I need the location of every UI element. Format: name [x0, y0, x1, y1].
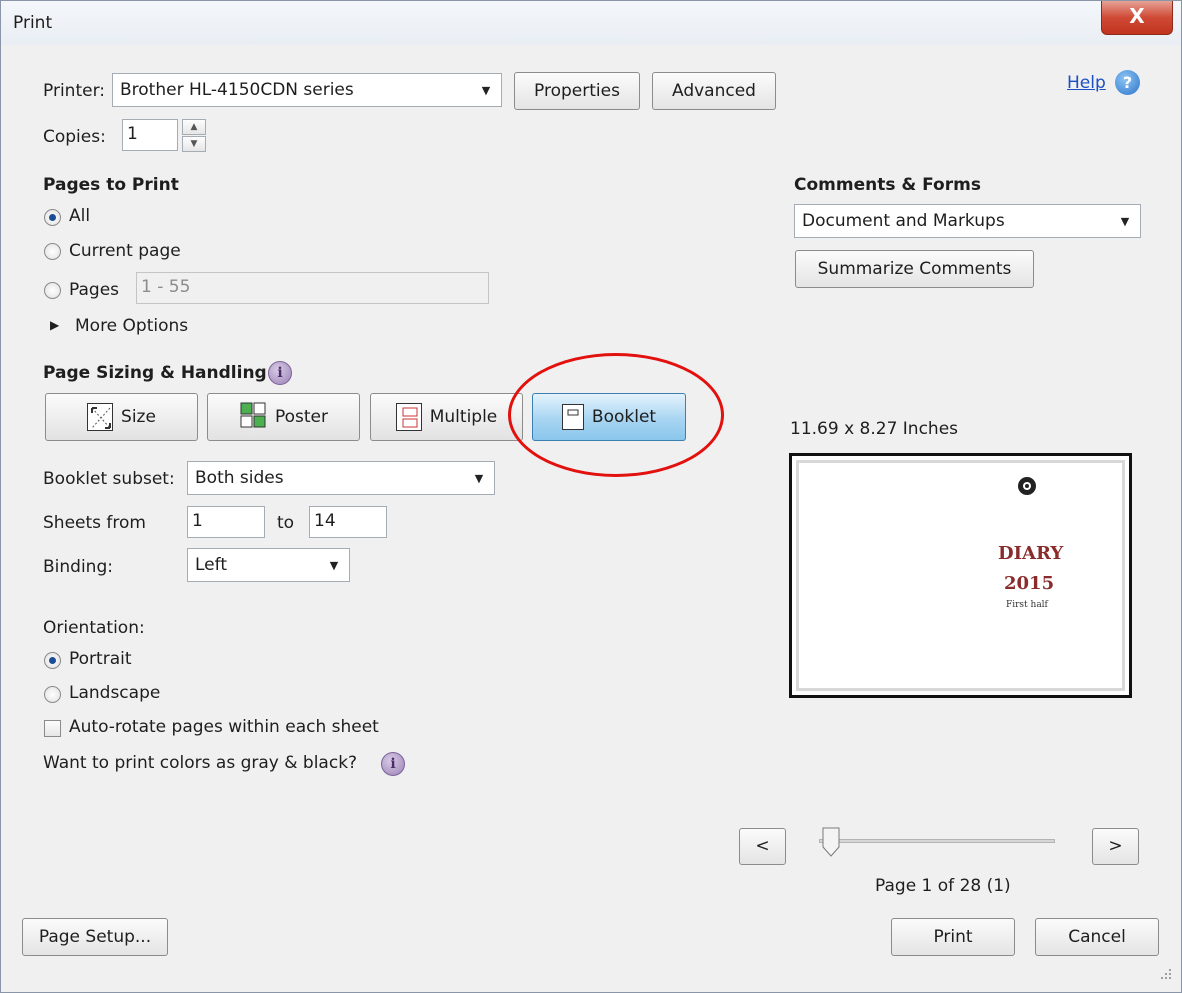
pages-range-value: 1 - 55 — [141, 277, 191, 297]
copies-value: 1 — [127, 124, 138, 144]
expand-triangle-icon[interactable]: ▶ — [50, 318, 59, 332]
print-dialog: Print X Printer: Brother HL-4150CDN seri… — [0, 0, 1182, 993]
booklet-subset-label: Booklet subset: — [43, 469, 175, 489]
radio-current-page-label: Current page — [69, 241, 181, 261]
multiple-icon — [395, 403, 422, 431]
page-preview: DIARY 2015 First half — [789, 453, 1132, 698]
close-button[interactable]: X — [1101, 1, 1173, 35]
chevron-down-icon: ▼ — [1120, 214, 1130, 228]
radio-landscape-label: Landscape — [69, 683, 161, 703]
auto-rotate-checkbox[interactable] — [44, 720, 61, 737]
copies-increment-button[interactable]: ▲ — [182, 119, 206, 135]
mode-multiple-button[interactable]: Multiple — [370, 393, 523, 441]
sheets-from-value: 1 — [192, 511, 203, 531]
page-sizing-heading: Page Sizing & Handling — [43, 363, 267, 383]
next-page-button[interactable]: > — [1092, 828, 1139, 865]
previous-page-button[interactable]: < — [739, 828, 786, 865]
preview-diary-subtitle: First half — [1006, 600, 1048, 610]
printer-selected-value: Brother HL-4150CDN series — [120, 80, 354, 100]
properties-button[interactable]: Properties — [514, 72, 640, 110]
preview-diary-title: DIARY — [998, 543, 1064, 564]
help-icon[interactable]: ? — [1115, 70, 1140, 95]
comments-forms-heading: Comments & Forms — [794, 175, 981, 195]
radio-all[interactable] — [44, 209, 61, 226]
sheets-from-input[interactable]: 1 — [187, 506, 265, 538]
mode-multiple-label: Multiple — [429, 407, 498, 427]
info-icon[interactable]: i — [381, 752, 405, 776]
preview-page: DIARY 2015 First half — [796, 460, 1125, 691]
mode-size-button[interactable]: Size — [45, 393, 198, 441]
radio-landscape[interactable] — [44, 686, 61, 703]
mode-poster-label: Poster — [274, 407, 329, 427]
sheets-to-label: to — [277, 513, 295, 533]
mode-size-label: Size — [121, 407, 156, 427]
copies-label: Copies: — [43, 127, 106, 147]
page-slider-thumb[interactable] — [822, 827, 840, 857]
booklet-subset-value: Both sides — [195, 468, 284, 488]
comments-forms-select[interactable]: Document and Markups ▼ — [794, 204, 1141, 238]
radio-all-label: All — [69, 206, 91, 226]
radio-pages-label: Pages — [69, 280, 120, 300]
binding-select[interactable]: Left ▼ — [187, 548, 350, 582]
page-setup-button[interactable]: Page Setup... — [22, 918, 168, 956]
booklet-subset-select[interactable]: Both sides ▼ — [187, 461, 495, 495]
copies-decrement-button[interactable]: ▼ — [182, 136, 206, 152]
radio-pages[interactable] — [44, 282, 61, 299]
print-button[interactable]: Print — [891, 918, 1015, 956]
pages-range-input[interactable]: 1 - 55 — [136, 272, 489, 304]
cancel-button[interactable]: Cancel — [1035, 918, 1159, 956]
chevron-down-icon: ▼ — [329, 558, 339, 572]
copies-input[interactable]: 1 — [122, 119, 178, 151]
advanced-button[interactable]: Advanced — [652, 72, 776, 110]
orientation-heading: Orientation: — [43, 618, 145, 638]
title-bar: Print X — [1, 1, 1181, 45]
size-icon — [87, 403, 114, 431]
paper-size-label: 11.69 x 8.27 Inches — [790, 419, 959, 439]
auto-rotate-label: Auto-rotate pages within each sheet — [69, 717, 379, 737]
page-slider-track[interactable] — [819, 839, 1055, 843]
diary-logo-icon — [1018, 477, 1036, 495]
binding-value: Left — [195, 555, 227, 575]
chevron-down-icon: ▼ — [474, 471, 484, 485]
sheets-to-value: 14 — [314, 511, 336, 531]
help-link[interactable]: Help — [1067, 73, 1106, 93]
printer-label: Printer: — [43, 81, 105, 101]
sheets-from-label: Sheets from — [43, 513, 146, 533]
poster-icon — [239, 401, 267, 434]
mode-poster-button[interactable]: Poster — [207, 393, 360, 441]
more-options-toggle[interactable]: More Options — [75, 316, 188, 336]
radio-current-page[interactable] — [44, 243, 61, 260]
window-title: Print — [13, 13, 53, 33]
pages-to-print-heading: Pages to Print — [43, 175, 179, 195]
radio-portrait[interactable] — [44, 652, 61, 669]
highlight-annotation — [508, 353, 724, 477]
sheets-to-input[interactable]: 14 — [309, 506, 387, 538]
printer-select[interactable]: Brother HL-4150CDN series ▼ — [112, 73, 502, 107]
chevron-down-icon: ▼ — [481, 83, 491, 97]
comments-forms-value: Document and Markups — [802, 211, 1005, 231]
gray-black-label: Want to print colors as gray & black? — [43, 753, 358, 773]
preview-diary-year: 2015 — [1004, 573, 1055, 594]
binding-label: Binding: — [43, 557, 113, 577]
page-status: Page 1 of 28 (1) — [875, 876, 1011, 896]
info-icon[interactable]: i — [268, 361, 292, 385]
summarize-comments-button[interactable]: Summarize Comments — [795, 250, 1034, 288]
resize-grip-icon[interactable] — [1155, 967, 1173, 985]
radio-portrait-label: Portrait — [69, 649, 132, 669]
